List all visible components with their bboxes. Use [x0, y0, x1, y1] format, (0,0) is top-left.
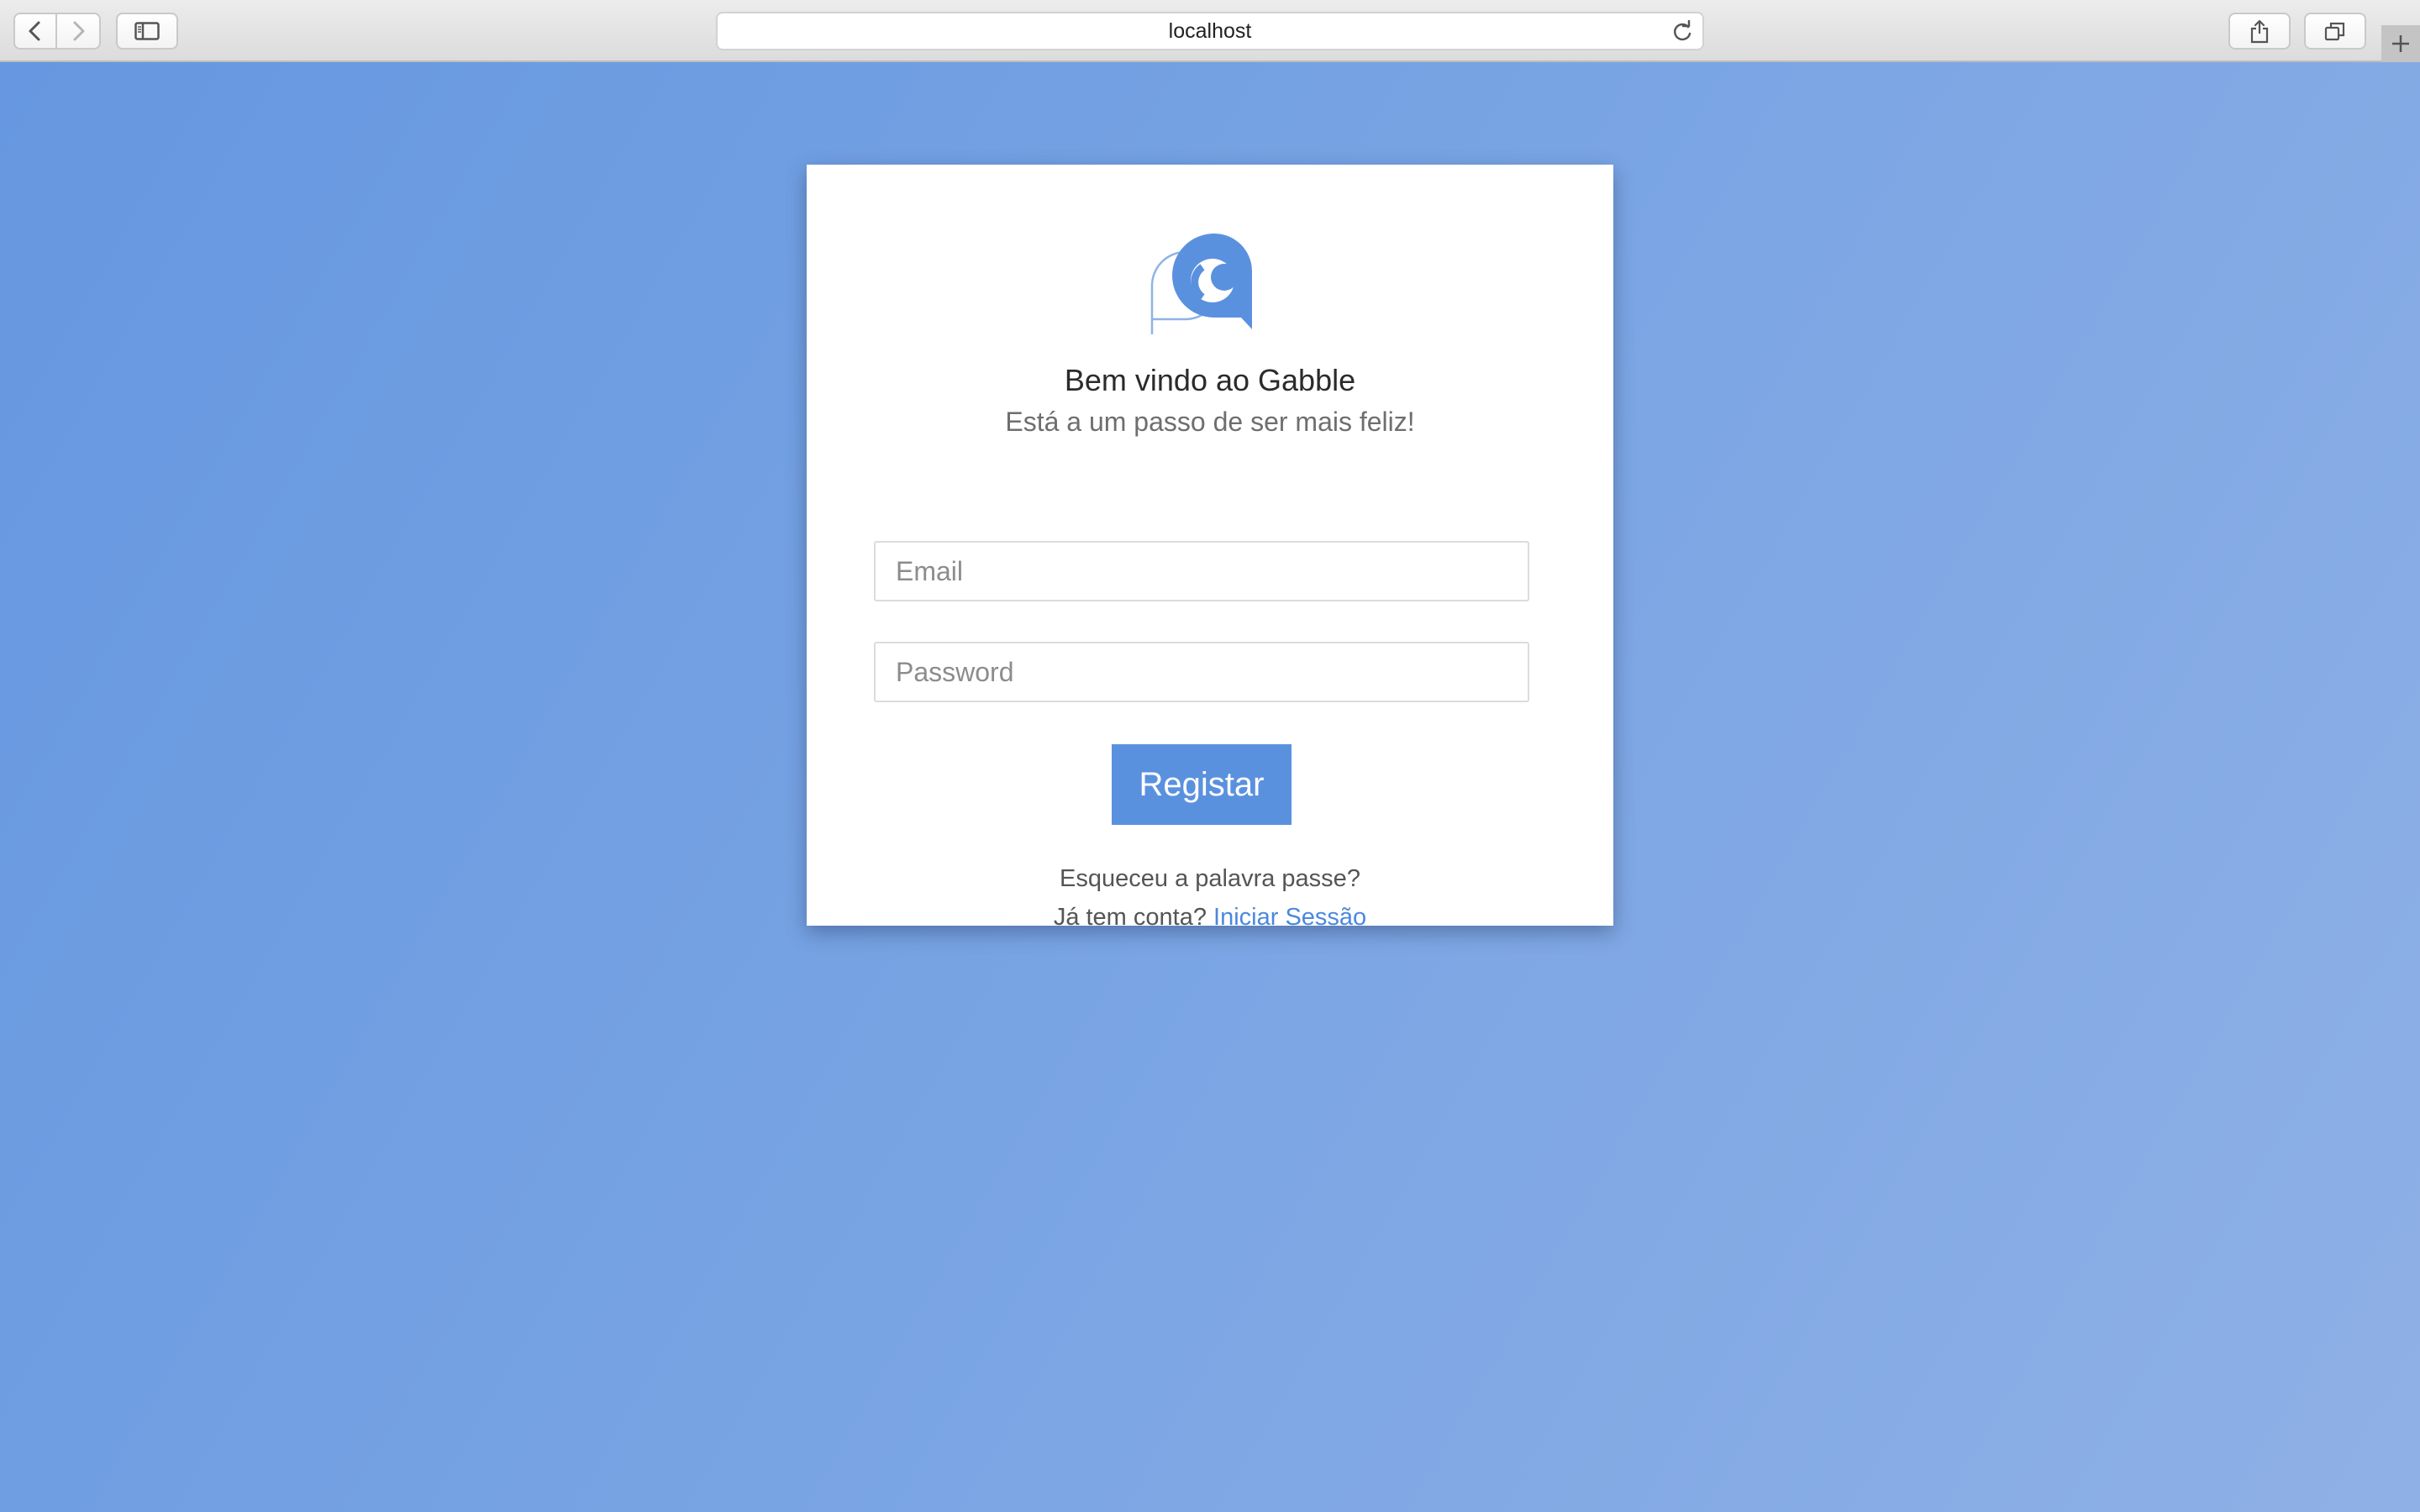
address-bar[interactable]: localhost — [716, 12, 1704, 50]
page-background: Bem vindo ao Gabble Está a um passo de s… — [0, 62, 2420, 1512]
chevron-right-icon — [73, 21, 85, 41]
forward-button[interactable] — [57, 13, 101, 50]
gabble-logo — [1150, 234, 1252, 334]
show-tabs-button[interactable] — [2304, 13, 2366, 50]
tabs-icon — [2324, 22, 2345, 41]
email-field[interactable] — [874, 541, 1529, 601]
new-tab-button[interactable] — [2381, 25, 2420, 62]
have-account-label: Já tem conta? — [1053, 904, 1207, 931]
share-button[interactable] — [2228, 13, 2291, 50]
nav-buttons — [13, 13, 101, 50]
back-button[interactable] — [13, 13, 57, 50]
reload-icon[interactable] — [1670, 20, 1694, 44]
browser-toolbar: localhost — [0, 0, 2420, 62]
sidebar-toggle-button[interactable] — [116, 13, 178, 50]
register-card: Bem vindo ao Gabble Está a um passo de s… — [807, 165, 1613, 931]
forgot-password-link[interactable]: Esqueceu a palavra passe? — [807, 865, 1613, 893]
url-text: localhost — [1168, 18, 1252, 43]
login-prompt: Já tem conta? Iniciar Sessão — [807, 904, 1613, 932]
login-link[interactable]: Iniciar Sessão — [1213, 904, 1366, 931]
plus-icon — [2392, 35, 2409, 52]
share-icon — [2250, 19, 2269, 44]
page-subtitle: Está a um passo de ser mais feliz! — [1005, 407, 1415, 437]
chevron-left-icon — [29, 21, 40, 41]
sidebar-icon — [134, 22, 160, 40]
page-title: Bem vindo ao Gabble — [1064, 363, 1356, 397]
register-button[interactable]: Registar — [1112, 744, 1292, 825]
password-field[interactable] — [874, 642, 1529, 702]
